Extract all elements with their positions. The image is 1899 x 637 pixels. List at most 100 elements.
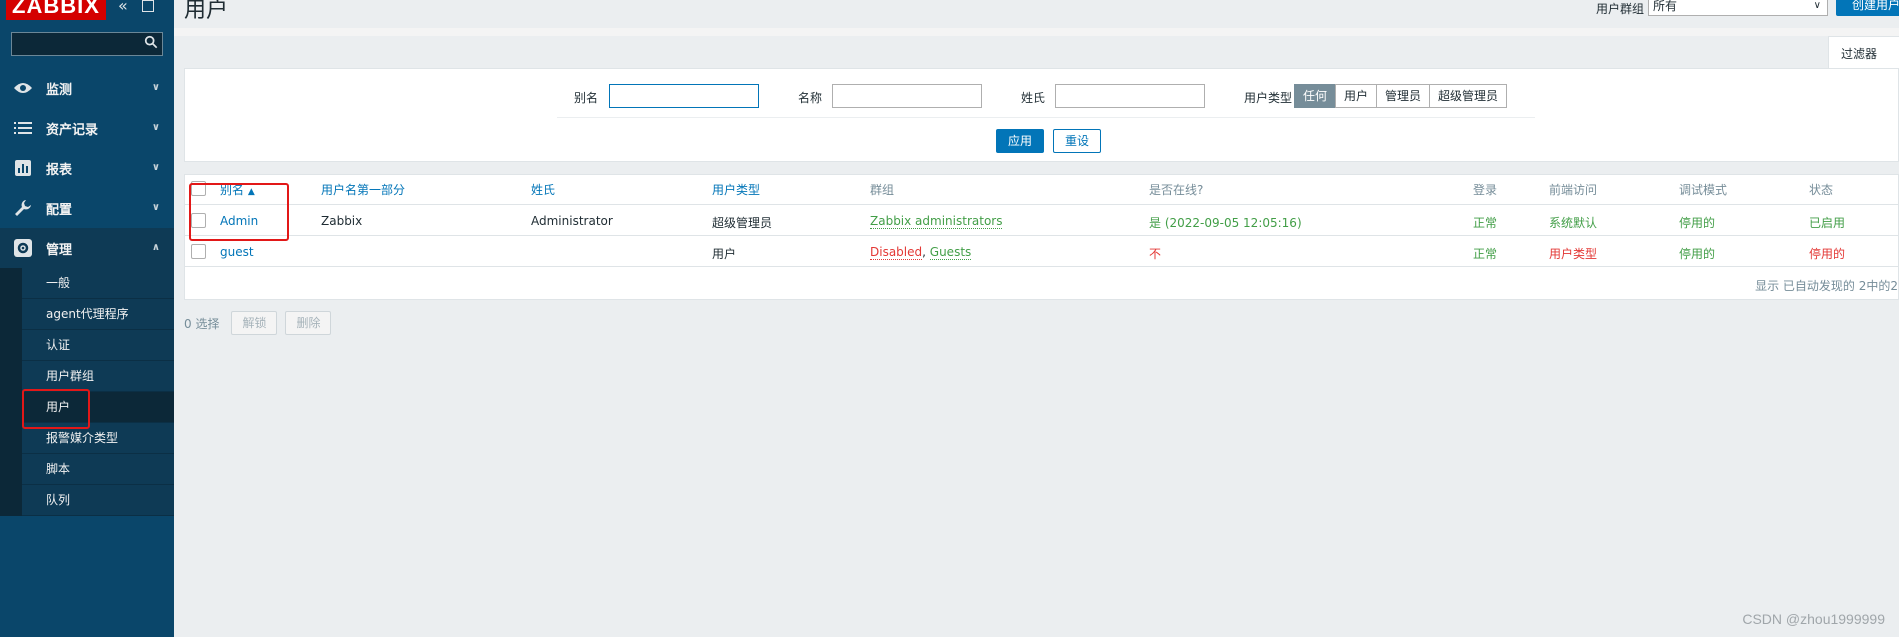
- sidebar-search-input[interactable]: [11, 32, 163, 56]
- user-group-value: 所有: [1653, 0, 1678, 13]
- chevron-down-icon: ∨: [151, 82, 160, 93]
- user-group-label: 用户群组: [1596, 2, 1645, 16]
- group-link[interactable]: Guests: [929, 245, 972, 260]
- submenu-item-scripts[interactable]: 脚本: [22, 454, 174, 485]
- menu-item-configuration[interactable]: 配置 ∨: [0, 188, 174, 228]
- column-header-name[interactable]: 用户名第一部分: [321, 181, 405, 198]
- debug-mode[interactable]: 停用的: [1679, 245, 1715, 262]
- frontend-access: 用户类型: [1549, 247, 1598, 261]
- menu-label: 管理: [46, 242, 73, 258]
- users-table: 别名 ▲ 用户名第一部分 姓氏 用户类型 群组 是否在线? 登录 前端访问 调试…: [184, 174, 1899, 300]
- menu-label: 监测: [46, 82, 73, 98]
- name-label: 名称: [798, 91, 823, 105]
- user-type-any[interactable]: 任何: [1294, 84, 1337, 108]
- column-header-status: 状态: [1809, 183, 1834, 197]
- delete-button[interactable]: 删除: [285, 311, 332, 335]
- bar-chart-icon: [12, 159, 34, 177]
- user-groups: Zabbix administrators: [870, 214, 1003, 229]
- wrench-icon: [12, 199, 34, 217]
- collapse-sidebar-icon[interactable]: «: [118, 0, 128, 15]
- column-header-frontend: 前端访问: [1549, 183, 1598, 197]
- chevron-down-icon: ∨: [1813, 0, 1821, 11]
- sidebar: ZABBIX « 监测 ∨ 资产记录 ∨ 报表 ∨ 配置 ∨ 管理 ∧ 一般 a…: [0, 0, 174, 637]
- submenu-item-proxies[interactable]: agent代理程序: [22, 299, 174, 330]
- filter-tab-label: 过滤器: [1841, 47, 1878, 61]
- column-header-login: 登录: [1473, 183, 1498, 197]
- user-type-user[interactable]: 用户: [1335, 84, 1378, 108]
- search-icon[interactable]: [144, 35, 158, 49]
- highlight-users-menu: [22, 389, 90, 429]
- row-divider: [185, 266, 1898, 267]
- eye-icon: [12, 79, 34, 97]
- menu-item-inventory[interactable]: 资产记录 ∨: [0, 108, 174, 148]
- filter-tab[interactable]: 过滤器: [1828, 36, 1899, 68]
- surname-label: 姓氏: [1021, 91, 1046, 105]
- sidebar-header: ZABBIX «: [0, 0, 174, 24]
- chevron-down-icon: ∨: [151, 122, 160, 133]
- alias-label: 别名: [574, 91, 599, 105]
- chevron-down-icon: ∨: [151, 202, 160, 213]
- menu-item-reports[interactable]: 报表 ∨: [0, 148, 174, 188]
- main-content: 用户 用户群组 所有 ∨ 创建用户 过滤器 别名 名称 姓氏 用户类型 任何 用…: [174, 0, 1899, 637]
- create-user-button[interactable]: 创建用户: [1836, 0, 1899, 16]
- column-header-groups: 群组: [870, 183, 895, 197]
- frontend-access: 系统默认: [1549, 216, 1598, 230]
- reset-button[interactable]: 重设: [1053, 129, 1101, 153]
- menu-label: 资产记录: [46, 122, 99, 138]
- kiosk-mode-icon[interactable]: [142, 0, 154, 12]
- submenu-item-authentication[interactable]: 认证: [22, 330, 174, 361]
- user-group-select[interactable]: 所有 ∨: [1648, 0, 1828, 16]
- column-header-surname[interactable]: 姓氏: [531, 181, 555, 198]
- user-type-admin[interactable]: 管理员: [1376, 84, 1431, 108]
- group-separator: ,: [922, 245, 930, 259]
- user-groups: Disabled, Guests: [870, 245, 972, 260]
- watermark: CSDN @zhou1999999: [1742, 611, 1885, 627]
- submenu-item-general[interactable]: 一般: [22, 268, 174, 299]
- header-divider: [174, 28, 1899, 36]
- user-alias-link[interactable]: guest: [220, 245, 254, 259]
- gear-icon: [12, 239, 34, 257]
- page-title: 用户: [184, 0, 229, 23]
- highlight-alias-column: [189, 183, 289, 241]
- menu-item-administration[interactable]: 管理 ∧: [0, 228, 174, 268]
- mass-actions-bar: 0 选择 解锁 删除: [184, 311, 332, 335]
- menu-label: 配置: [46, 202, 73, 218]
- row-divider: [185, 235, 1898, 236]
- name-input[interactable]: [832, 84, 982, 108]
- menu-item-monitoring[interactable]: 监测 ∨: [0, 68, 174, 108]
- submenu-item-queue[interactable]: 队列: [22, 485, 174, 516]
- login-status: 正常: [1473, 216, 1498, 230]
- online-status: 是 (2022-09-05 12:05:16): [1149, 216, 1302, 230]
- filter-divider: [557, 117, 1535, 118]
- group-link[interactable]: Zabbix administrators: [870, 214, 1003, 229]
- alias-input[interactable]: [609, 84, 759, 108]
- column-header-online: 是否在线?: [1149, 183, 1204, 197]
- table-footer-count: 显示 已自动发现的 2中的2: [1755, 279, 1898, 293]
- chevron-up-icon: ∧: [151, 242, 160, 253]
- apply-button[interactable]: 应用: [996, 129, 1044, 153]
- chevron-down-icon: ∨: [151, 162, 160, 173]
- unblock-button[interactable]: 解锁: [231, 311, 278, 335]
- column-header-debug: 调试模式: [1679, 183, 1728, 197]
- user-type: 用户: [712, 247, 737, 261]
- header-divider: [185, 204, 1898, 205]
- user-type: 超级管理员: [712, 216, 773, 230]
- login-status: 正常: [1473, 247, 1498, 261]
- user-surname: Administrator: [531, 214, 613, 228]
- zabbix-logo[interactable]: ZABBIX: [6, 0, 106, 20]
- online-status: 不: [1149, 247, 1162, 261]
- user-type-radio-group: 任何 用户 管理员 超级管理员: [1294, 84, 1508, 108]
- group-link[interactable]: Disabled: [870, 245, 923, 260]
- row-checkbox[interactable]: [191, 244, 206, 259]
- user-status[interactable]: 停用的: [1809, 245, 1845, 262]
- debug-mode[interactable]: 停用的: [1679, 214, 1715, 231]
- filter-panel: 别名 名称 姓氏 用户类型 任何 用户 管理员 超级管理员 应用 重设: [184, 68, 1899, 162]
- user-name: Zabbix: [321, 214, 363, 228]
- user-type-super-admin[interactable]: 超级管理员: [1429, 84, 1508, 108]
- surname-input[interactable]: [1055, 84, 1205, 108]
- menu-label: 报表: [46, 162, 73, 178]
- user-status[interactable]: 已启用: [1809, 214, 1845, 231]
- main-menu: 监测 ∨ 资产记录 ∨ 报表 ∨ 配置 ∨ 管理 ∧ 一般 agent代理程序 …: [0, 68, 174, 516]
- submenu-item-user-groups[interactable]: 用户群组: [22, 361, 174, 392]
- column-header-type[interactable]: 用户类型: [712, 181, 760, 198]
